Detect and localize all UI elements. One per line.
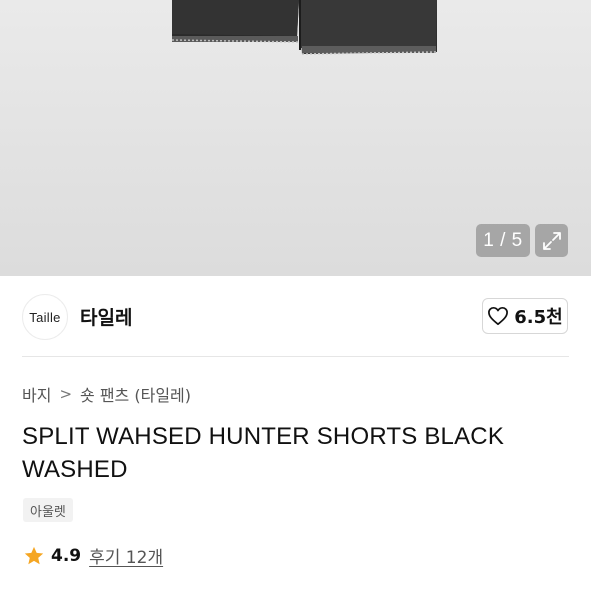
chevron-right-icon: > bbox=[59, 385, 73, 403]
star-icon bbox=[24, 546, 44, 564]
product-image-gallery[interactable]: 1 / 5 bbox=[0, 0, 591, 276]
brand-logo[interactable]: Taille bbox=[22, 294, 68, 340]
breadcrumb: 바지 > 숏 팬츠 (타일레) bbox=[22, 382, 191, 406]
breadcrumb-item-subcategory[interactable]: 숏 팬츠 (타일레) bbox=[80, 382, 191, 406]
expand-button[interactable] bbox=[535, 224, 568, 257]
divider bbox=[22, 356, 569, 357]
heart-icon bbox=[488, 306, 509, 326]
breadcrumb-item-category[interactable]: 바지 bbox=[22, 382, 51, 406]
rating: 4.9 후기 12개 bbox=[23, 543, 163, 568]
like-count: 6.5천 bbox=[514, 307, 563, 328]
outlet-badge: 아울렛 bbox=[23, 498, 73, 522]
reviews-link[interactable]: 후기 12개 bbox=[89, 543, 163, 568]
brand-row: Taille 타일레 6.5천 bbox=[0, 276, 591, 358]
image-counter: 1 / 5 bbox=[476, 224, 530, 257]
rating-score: 4.9 bbox=[51, 545, 82, 566]
brand-name[interactable]: 타일레 bbox=[80, 303, 132, 330]
product-title: SPLIT WAHSED HUNTER SHORTS BLACK WASHED bbox=[22, 423, 505, 483]
brand-logo-text: Taille bbox=[29, 309, 61, 325]
like-button[interactable]: 6.5천 bbox=[482, 298, 568, 334]
expand-icon bbox=[542, 231, 561, 250]
